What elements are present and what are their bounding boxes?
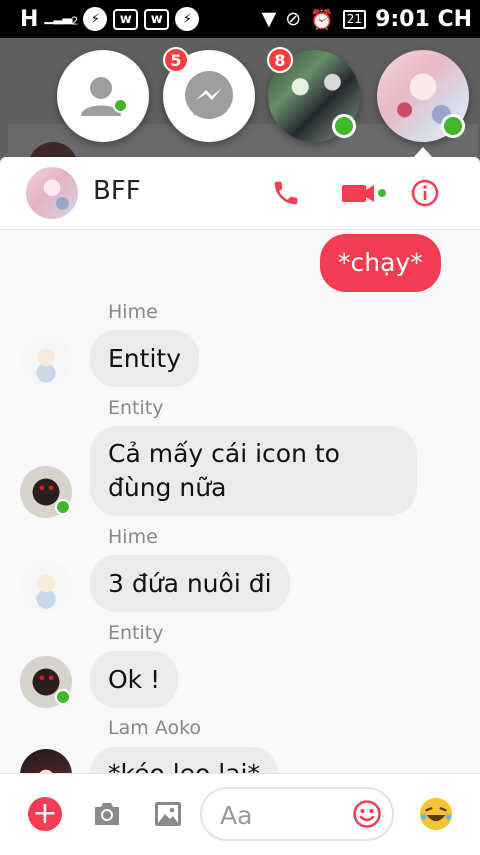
sender-name: Hime	[108, 301, 158, 323]
incoming-message[interactable]: Cả mấy cái icon to đùng nữa	[90, 426, 417, 516]
alarm-icon: ⏰	[310, 8, 334, 31]
status-bar: H ▁▂▃2 ⚡ w w ⚡ ▼ ⊘ ⏰ 21 9:01 CH	[0, 0, 480, 38]
clock: 9:01 CH	[375, 6, 472, 32]
incoming-message[interactable]: Entity	[90, 330, 199, 387]
video-camera-icon[interactable]	[340, 175, 390, 211]
app-notification-icon: w	[113, 8, 139, 30]
unread-badge-2: 8	[267, 47, 293, 73]
app-notification-icon-2: w	[144, 8, 170, 30]
do-not-disturb-icon: ⊘	[285, 8, 302, 30]
sender-name: Entity	[108, 622, 164, 644]
phone-icon[interactable]	[268, 175, 304, 211]
online-indicator	[113, 98, 128, 113]
avatar[interactable]	[20, 560, 72, 612]
bff-head[interactable]	[377, 50, 469, 142]
messenger-notification-icon: ⚡	[83, 7, 108, 31]
info-icon[interactable]	[407, 175, 443, 211]
online-indicator	[441, 114, 465, 138]
incoming-message[interactable]: 3 đứa nuôi đi	[90, 555, 290, 612]
message-input-box[interactable]	[200, 787, 394, 841]
camera-icon[interactable]	[89, 796, 125, 832]
sender-name: Entity	[108, 397, 164, 419]
online-indicator	[55, 499, 71, 515]
incoming-message[interactable]: *kéo leo lại*	[90, 747, 278, 773]
smiley-icon[interactable]	[352, 799, 382, 829]
avatar[interactable]	[20, 334, 72, 386]
conversation-panel: BFF *chạy* Hime Entity Entity Cả mấy cái…	[0, 157, 480, 855]
messenger-notification-icon-2: ⚡	[175, 7, 200, 31]
signal-icon: ▁▂▃2	[44, 10, 78, 28]
laughing-emoji-icon[interactable]	[418, 796, 454, 832]
wifi-icon: ▼	[261, 8, 277, 30]
sender-name: Hime	[108, 526, 158, 548]
conversation-header: BFF	[0, 157, 480, 230]
message-input[interactable]	[218, 799, 352, 831]
battery-icon: 21	[342, 9, 367, 29]
network-type: H	[20, 6, 39, 32]
message-list[interactable]: *chạy* Hime Entity Entity Cả mấy cái ico…	[0, 230, 480, 773]
image-icon[interactable]	[150, 796, 186, 832]
message-composer: +	[0, 773, 480, 855]
plus-icon[interactable]: +	[27, 796, 63, 832]
conversation-avatar[interactable]	[26, 167, 78, 219]
outgoing-message[interactable]: *chạy*	[320, 234, 441, 292]
avatar[interactable]	[20, 749, 72, 773]
contacts-head[interactable]	[57, 50, 149, 142]
incoming-message[interactable]: Ok !	[90, 651, 179, 708]
unread-badge: 5	[163, 47, 189, 73]
online-indicator	[55, 689, 71, 705]
conversation-title[interactable]: BFF	[93, 176, 141, 206]
sender-name: Lam Aoko	[108, 717, 202, 739]
online-indicator	[332, 114, 356, 138]
person-icon	[81, 77, 121, 116]
